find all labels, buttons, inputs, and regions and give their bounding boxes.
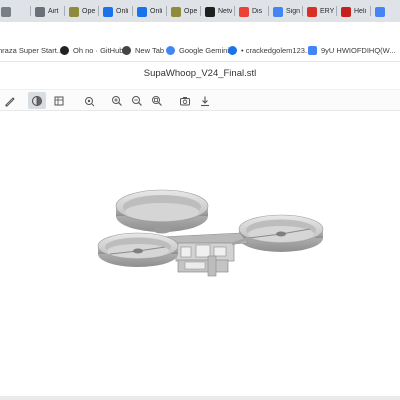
measure-icon [85,96,95,106]
browser-tab-strip: Airt Ope Onli Onli Ope Netv Dis Sign ERY Helı [0,0,400,22]
browser-tab[interactable]: Dis [236,2,266,21]
bookmark-item[interactable]: Oh no · GitHub [60,44,123,57]
bookmark-label: Google Gemini [179,46,230,55]
download-icon [201,96,209,106]
shaded-view-icon [32,95,42,106]
tab-label: Dis [252,8,263,15]
bookmark-item[interactable]: • crackedgolem123... [228,44,311,57]
browser-tab[interactable] [0,2,28,21]
google-icon [375,6,385,17]
github-icon [60,46,69,55]
tab-label: Netv [218,8,232,15]
google-icon [239,6,249,17]
zoom-out-icon [132,95,142,106]
browser-tab[interactable]: Onli [100,2,130,21]
tab-separator [64,6,65,16]
tab-separator [30,6,31,16]
browser-tab[interactable]: Airt [32,2,62,21]
tab-separator [166,6,167,16]
netflix-icon [205,6,215,17]
browser-tab[interactable]: Sign [270,2,300,21]
bookmarks-bar: nraza Super Start... Oh no · GitHub New Ta… [0,39,400,62]
chatgpt-icon [69,6,79,17]
viewer-toolbar [0,89,400,111]
google-icon [273,6,283,17]
gmail-icon [341,6,351,17]
gemini-icon [166,46,175,55]
duct-back-right [238,214,324,252]
zoom-fit-icon [152,95,162,106]
zoom-fit-button[interactable] [148,92,166,109]
tab-separator [370,6,371,16]
bookmark-label: • crackedgolem123... [241,46,312,55]
draw-tool-icon [5,96,15,107]
wireframe-view-icon [54,96,64,105]
prop-hub-back-left [153,226,171,234]
tab-label: ERY [320,8,334,15]
tab-separator [234,6,235,16]
bookmark-item[interactable]: 9yU HWIOFDIHQ(W... [308,44,396,57]
duct-front-left [97,232,179,267]
zoom-out-button[interactable] [128,92,146,109]
tab-label: Ope [184,8,198,15]
status-strip [0,396,400,400]
tab-label: Airt [48,8,59,15]
tab-separator [200,6,201,16]
browser-tab[interactable]: Onli [134,2,164,21]
browser-tab[interactable]: Ope [66,2,96,21]
tab-separator [336,6,337,16]
tab-separator [132,6,133,16]
draw-tool-button[interactable] [1,92,19,109]
tab-label: Helı [354,8,367,15]
tab-label: Onli [116,8,129,15]
tab-label: Ope [82,8,96,15]
bookmark-label: New Tab [135,46,165,55]
measure-button[interactable] [80,92,98,109]
tab-label: Onli [150,8,163,15]
browser-tab[interactable]: Netv [202,2,232,21]
doc-icon [103,6,113,17]
screenshot-button[interactable] [176,92,194,109]
newtab-icon [122,46,131,55]
bookmark-label: 9yU HWIOFDIHQ(W... [321,46,396,55]
tab-label: Sign [286,8,300,15]
wireframe-view-button[interactable] [50,92,68,109]
browser-tab[interactable] [372,2,400,21]
drone-model [97,189,324,277]
zoom-in-icon [112,95,122,106]
download-button[interactable] [196,92,214,109]
globe-icon [1,6,11,17]
screenshot-icon [180,96,190,105]
file-title: SupaWhoop_V24_Final.stl [143,68,257,79]
duct-back-left [115,189,209,232]
bookmark-item[interactable]: New Tab [122,44,164,57]
doc-icon [308,46,317,55]
tab-separator [302,6,303,16]
tab-separator [268,6,269,16]
bookmark-item[interactable]: nraza Super Start... [0,44,63,57]
browser-tab[interactable]: Helı [338,2,368,21]
address-bar-row [0,22,400,39]
bookmark-icon [307,6,317,17]
bookmark-label: Oh no · GitHub [73,46,124,55]
3d-viewport[interactable] [0,112,400,396]
tab-separator [98,6,99,16]
globe-icon [35,6,45,17]
bookmark-label: nraza Super Start... [0,46,64,55]
doc-icon [137,6,147,17]
shaded-view-button[interactable] [28,92,46,109]
zoom-in-button[interactable] [108,92,126,109]
browser-tab[interactable]: ERY [304,2,334,21]
chatgpt-icon [171,6,181,17]
bookmark-item[interactable]: Google Gemini [166,44,229,57]
browser-tab[interactable]: Ope [168,2,198,21]
profile-icon [228,46,237,55]
